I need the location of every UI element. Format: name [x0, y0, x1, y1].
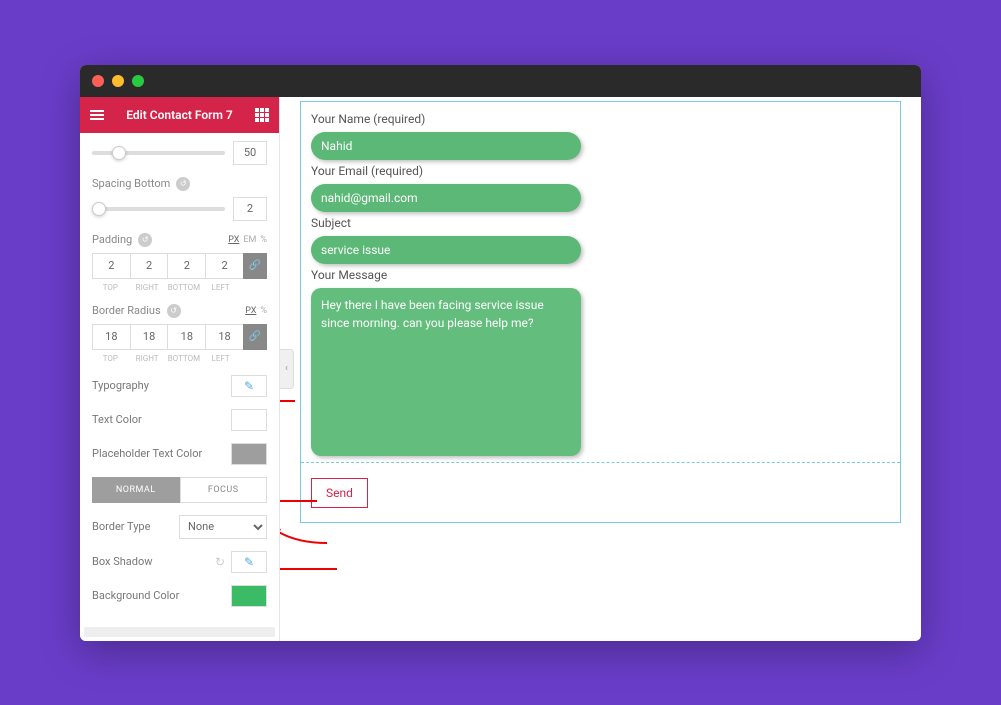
- box-shadow-row: Box Shadow ↻ ✎: [92, 551, 267, 573]
- padding-label-row: Padding ↺ PX EM %: [92, 233, 267, 247]
- editor-sidebar: Edit Contact Form 7 Spacing Bottom ↺: [80, 97, 280, 641]
- slider-spacing-value[interactable]: [233, 197, 267, 221]
- send-button[interactable]: Send: [311, 478, 368, 508]
- window-titlebar: [80, 65, 921, 97]
- reset-icon[interactable]: ↺: [167, 304, 181, 318]
- radius-units: PX %: [245, 306, 267, 316]
- redo-icon[interactable]: ↻: [215, 555, 225, 569]
- tab-focus[interactable]: FOCUS: [180, 477, 268, 503]
- radius-label-row: Border Radius ↺ PX %: [92, 304, 267, 318]
- link-values-icon[interactable]: 🔗: [243, 324, 267, 350]
- message-label: Your Message: [311, 268, 890, 282]
- slider-track[interactable]: [92, 207, 225, 211]
- radius-top[interactable]: [92, 324, 130, 350]
- padding-left[interactable]: [205, 253, 243, 279]
- preview-canvas: Your Name (required) Your Email (require…: [280, 97, 921, 641]
- padding-sublabels: TOP RIGHT BOTTOM LEFT: [92, 283, 267, 292]
- apps-grid-icon[interactable]: [255, 108, 269, 122]
- padding-top[interactable]: [92, 253, 130, 279]
- box-shadow-edit-button[interactable]: ✎: [231, 551, 267, 573]
- bg-color-label: Background Color: [92, 589, 179, 602]
- typography-row: Typography ✎: [92, 375, 267, 397]
- padding-bottom[interactable]: [167, 253, 205, 279]
- bg-color-row: Background Color: [92, 585, 267, 607]
- spacing-bottom-label: Spacing Bottom: [92, 177, 170, 190]
- sidebar-scrollbar[interactable]: [84, 627, 275, 637]
- padding-units: PX EM %: [228, 235, 267, 245]
- app-body: Edit Contact Form 7 Spacing Bottom ↺: [80, 97, 921, 641]
- border-type-select[interactable]: None: [179, 515, 267, 539]
- radius-inputs: 🔗: [92, 324, 267, 350]
- placeholder-color-swatch[interactable]: [231, 443, 267, 465]
- annotation-arrow: [280, 561, 337, 577]
- placeholder-color-row: Placeholder Text Color: [92, 443, 267, 465]
- email-field[interactable]: [311, 184, 581, 212]
- annotation-arrow: [280, 393, 295, 409]
- sidebar-collapse-handle[interactable]: ‹: [280, 349, 294, 389]
- unit-em[interactable]: EM: [243, 235, 256, 245]
- link-values-icon[interactable]: 🔗: [243, 253, 267, 279]
- padding-inputs: 🔗: [92, 253, 267, 279]
- state-tabs: NORMAL FOCUS: [92, 477, 267, 503]
- text-color-label: Text Color: [92, 413, 142, 426]
- subject-label: Subject: [311, 216, 890, 230]
- slider-thumb[interactable]: [112, 146, 126, 160]
- radius-label: Border Radius: [92, 304, 161, 317]
- email-label: Your Email (required): [311, 164, 890, 178]
- border-type-row: Border Type None: [92, 515, 267, 539]
- slider-track[interactable]: [92, 151, 225, 155]
- window-close-icon[interactable]: [92, 75, 104, 87]
- hamburger-icon[interactable]: [90, 110, 104, 120]
- box-shadow-label: Box Shadow: [92, 555, 153, 568]
- sidebar-header: Edit Contact Form 7: [80, 97, 279, 133]
- unit-px[interactable]: PX: [228, 235, 239, 245]
- border-type-label: Border Type: [92, 520, 150, 533]
- typography-label: Typography: [92, 379, 149, 392]
- annotation-arrow: [280, 527, 331, 547]
- slider-top-value[interactable]: [233, 141, 267, 165]
- window-minimize-icon[interactable]: [112, 75, 124, 87]
- radius-right[interactable]: [130, 324, 168, 350]
- sidebar-title: Edit Contact Form 7: [114, 108, 245, 122]
- sidebar-content: Spacing Bottom ↺ Padding ↺ PX EM %: [80, 133, 279, 627]
- reset-icon[interactable]: ↺: [138, 233, 152, 247]
- bg-color-swatch[interactable]: [231, 585, 267, 607]
- unit-px[interactable]: PX: [245, 306, 256, 316]
- tab-normal[interactable]: NORMAL: [92, 477, 180, 503]
- window-maximize-icon[interactable]: [132, 75, 144, 87]
- radius-sublabels: TOP RIGHT BOTTOM LEFT: [92, 354, 267, 363]
- pencil-icon: ✎: [244, 379, 254, 393]
- message-field[interactable]: [311, 288, 581, 456]
- unit-pct[interactable]: %: [260, 235, 267, 245]
- browser-window: Edit Contact Form 7 Spacing Bottom ↺: [80, 65, 921, 641]
- slider-top: [92, 141, 267, 165]
- contact-form: Your Name (required) Your Email (require…: [300, 101, 901, 523]
- radius-left[interactable]: [205, 324, 243, 350]
- slider-spacing-bottom: [92, 197, 267, 221]
- text-color-swatch[interactable]: [231, 409, 267, 431]
- typography-edit-button[interactable]: ✎: [231, 375, 267, 397]
- text-color-row: Text Color: [92, 409, 267, 431]
- reset-icon[interactable]: ↺: [176, 177, 190, 191]
- spacing-bottom-label-row: Spacing Bottom ↺: [92, 177, 267, 191]
- placeholder-color-label: Placeholder Text Color: [92, 447, 202, 460]
- subject-field[interactable]: [311, 236, 581, 264]
- unit-pct[interactable]: %: [260, 306, 267, 316]
- name-field[interactable]: [311, 132, 581, 160]
- slider-thumb[interactable]: [92, 202, 106, 216]
- radius-bottom[interactable]: [167, 324, 205, 350]
- padding-label: Padding: [92, 233, 132, 246]
- pencil-icon: ✎: [244, 555, 254, 569]
- name-label: Your Name (required): [311, 112, 890, 126]
- padding-right[interactable]: [130, 253, 168, 279]
